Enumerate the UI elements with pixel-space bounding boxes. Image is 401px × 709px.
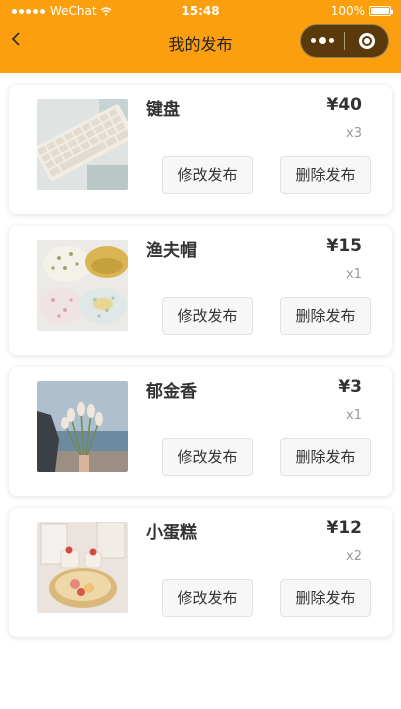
more-dots-icon[interactable]	[301, 37, 344, 44]
edit-post-button[interactable]: 修改发布	[162, 297, 253, 335]
product-quantity: x1	[346, 267, 362, 282]
product-name: 小蛋糕	[146, 523, 197, 543]
edit-post-button[interactable]: 修改发布	[162, 579, 253, 617]
edit-post-button[interactable]: 修改发布	[162, 438, 253, 476]
product-name: 郁金香	[146, 382, 197, 402]
miniprogram-capsule	[300, 24, 389, 58]
bucket-hats-photo[interactable]	[37, 240, 128, 331]
delete-post-button[interactable]: 删除发布	[280, 156, 371, 194]
product-name: 渔夫帽	[146, 241, 197, 261]
keyboard-photo[interactable]	[37, 99, 128, 190]
list-item: 渔夫帽 ¥15 x1 修改发布 删除发布	[9, 226, 392, 355]
status-bar: WeChat 15:48 100%	[0, 0, 401, 22]
product-price: ¥15	[326, 236, 363, 256]
battery-status: 100%	[330, 4, 393, 18]
product-quantity: x1	[346, 408, 362, 423]
product-quantity: x2	[346, 549, 362, 564]
battery-icon	[369, 6, 393, 16]
small-cakes-photo[interactable]	[37, 522, 128, 613]
battery-percent: 100%	[330, 4, 365, 18]
product-name: 键盘	[146, 100, 180, 120]
tulips-by-sea-photo[interactable]	[37, 381, 128, 472]
target-circle-icon[interactable]	[345, 33, 388, 49]
list-item: 小蛋糕 ¥12 x2 修改发布 删除发布	[9, 508, 392, 637]
delete-post-button[interactable]: 删除发布	[280, 579, 371, 617]
delete-post-button[interactable]: 删除发布	[280, 297, 371, 335]
top-bar: WeChat 15:48 100% 我的发布	[0, 0, 401, 73]
product-price: ¥40	[326, 95, 363, 115]
product-price: ¥3	[338, 377, 362, 397]
list-item: 郁金香 ¥3 x1 修改发布 删除发布	[9, 367, 392, 496]
edit-post-button[interactable]: 修改发布	[162, 156, 253, 194]
product-price: ¥12	[326, 518, 363, 538]
delete-post-button[interactable]: 删除发布	[280, 438, 371, 476]
product-quantity: x3	[346, 126, 362, 141]
list-item: 键盘 ¥40 x3 修改发布 删除发布	[9, 85, 392, 214]
